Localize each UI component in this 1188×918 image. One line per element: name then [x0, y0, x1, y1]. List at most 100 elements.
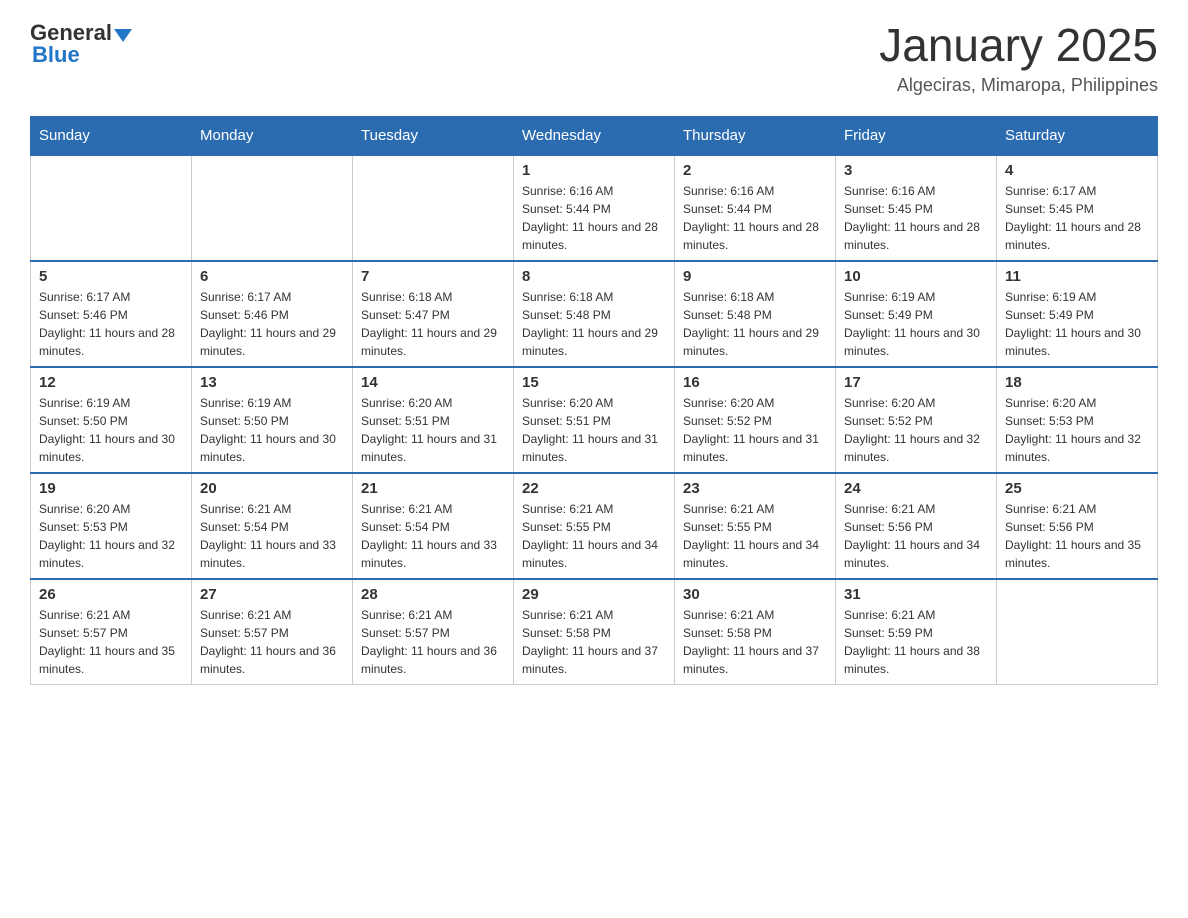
- column-header-friday: Friday: [836, 116, 997, 155]
- column-header-wednesday: Wednesday: [514, 116, 675, 155]
- day-info: Sunrise: 6:20 AMSunset: 5:51 PMDaylight:…: [361, 394, 505, 466]
- calendar-cell: 6 Sunrise: 6:17 AMSunset: 5:46 PMDaylight…: [192, 261, 353, 367]
- day-info: Sunrise: 6:20 AMSunset: 5:53 PMDaylight:…: [39, 500, 183, 572]
- day-number: 4: [1005, 162, 1149, 179]
- calendar-cell: 31 Sunrise: 6:21 AMSunset: 5:59 PMDayligh…: [836, 579, 997, 685]
- day-number: 6: [200, 268, 344, 285]
- calendar-cell: 17 Sunrise: 6:20 AMSunset: 5:52 PMDayligh…: [836, 367, 997, 473]
- day-info: Sunrise: 6:21 AMSunset: 5:59 PMDaylight:…: [844, 606, 988, 678]
- week-row-2: 5 Sunrise: 6:17 AMSunset: 5:46 PMDaylight…: [31, 261, 1158, 367]
- day-info: Sunrise: 6:19 AMSunset: 5:50 PMDaylight:…: [39, 394, 183, 466]
- calendar-cell: 19 Sunrise: 6:20 AMSunset: 5:53 PMDayligh…: [31, 473, 192, 579]
- logo: General Blue: [30, 20, 132, 68]
- calendar-cell: 18Sunrise: 6:20 AMSunset: 5:53 PMDayligh…: [997, 367, 1158, 473]
- calendar-cell: 15Sunrise: 6:20 AMSunset: 5:51 PMDayligh…: [514, 367, 675, 473]
- day-info: Sunrise: 6:21 AMSunset: 5:55 PMDaylight:…: [522, 500, 666, 572]
- calendar-cell: 3 Sunrise: 6:16 AMSunset: 5:45 PMDaylight…: [836, 155, 997, 261]
- calendar-cell: 25 Sunrise: 6:21 AMSunset: 5:56 PMDayligh…: [997, 473, 1158, 579]
- logo-arrow-icon: [114, 29, 132, 42]
- logo-blue: Blue: [32, 42, 80, 68]
- day-number: 27: [200, 586, 344, 603]
- calendar-cell: 12 Sunrise: 6:19 AMSunset: 5:50 PMDayligh…: [31, 367, 192, 473]
- calendar-cell: [31, 155, 192, 261]
- calendar-subtitle: Algeciras, Mimaropa, Philippines: [879, 75, 1158, 96]
- day-info: Sunrise: 6:19 AMSunset: 5:49 PMDaylight:…: [844, 288, 988, 360]
- day-number: 11: [1005, 268, 1149, 285]
- day-number: 10: [844, 268, 988, 285]
- day-number: 26: [39, 586, 183, 603]
- day-number: 30: [683, 586, 827, 603]
- day-number: 16: [683, 374, 827, 391]
- day-info: Sunrise: 6:21 AMSunset: 5:58 PMDaylight:…: [683, 606, 827, 678]
- calendar-cell: 28 Sunrise: 6:21 AMSunset: 5:57 PMDayligh…: [353, 579, 514, 685]
- day-number: 21: [361, 480, 505, 497]
- day-info: Sunrise: 6:20 AMSunset: 5:52 PMDaylight:…: [683, 394, 827, 466]
- calendar-cell: 5 Sunrise: 6:17 AMSunset: 5:46 PMDaylight…: [31, 261, 192, 367]
- day-info: Sunrise: 6:17 AMSunset: 5:46 PMDaylight:…: [39, 288, 183, 360]
- column-header-saturday: Saturday: [997, 116, 1158, 155]
- day-info: Sunrise: 6:21 AMSunset: 5:55 PMDaylight:…: [683, 500, 827, 572]
- day-info: Sunrise: 6:21 AMSunset: 5:56 PMDaylight:…: [844, 500, 988, 572]
- calendar-cell: 7Sunrise: 6:18 AMSunset: 5:47 PMDaylight…: [353, 261, 514, 367]
- day-number: 20: [200, 480, 344, 497]
- calendar-cell: 21 Sunrise: 6:21 AMSunset: 5:54 PMDayligh…: [353, 473, 514, 579]
- header-row: SundayMondayTuesdayWednesdayThursdayFrid…: [31, 116, 1158, 155]
- day-number: 17: [844, 374, 988, 391]
- day-number: 25: [1005, 480, 1149, 497]
- day-info: Sunrise: 6:20 AMSunset: 5:52 PMDaylight:…: [844, 394, 988, 466]
- calendar-cell: [353, 155, 514, 261]
- day-info: Sunrise: 6:21 AMSunset: 5:58 PMDaylight:…: [522, 606, 666, 678]
- calendar-cell: 27 Sunrise: 6:21 AMSunset: 5:57 PMDayligh…: [192, 579, 353, 685]
- calendar-cell: 9Sunrise: 6:18 AMSunset: 5:48 PMDaylight…: [675, 261, 836, 367]
- column-header-thursday: Thursday: [675, 116, 836, 155]
- column-header-sunday: Sunday: [31, 116, 192, 155]
- day-info: Sunrise: 6:19 AMSunset: 5:50 PMDaylight:…: [200, 394, 344, 466]
- day-number: 29: [522, 586, 666, 603]
- day-number: 3: [844, 162, 988, 179]
- calendar-cell: 26Sunrise: 6:21 AMSunset: 5:57 PMDayligh…: [31, 579, 192, 685]
- day-info: Sunrise: 6:17 AMSunset: 5:46 PMDaylight:…: [200, 288, 344, 360]
- calendar-cell: 4Sunrise: 6:17 AMSunset: 5:45 PMDaylight…: [997, 155, 1158, 261]
- week-row-1: 1 Sunrise: 6:16 AMSunset: 5:44 PMDaylight…: [31, 155, 1158, 261]
- calendar-cell: 1 Sunrise: 6:16 AMSunset: 5:44 PMDaylight…: [514, 155, 675, 261]
- day-info: Sunrise: 6:21 AMSunset: 5:57 PMDaylight:…: [200, 606, 344, 678]
- day-info: Sunrise: 6:21 AMSunset: 5:57 PMDaylight:…: [361, 606, 505, 678]
- day-number: 23: [683, 480, 827, 497]
- day-number: 22: [522, 480, 666, 497]
- calendar-table: SundayMondayTuesdayWednesdayThursdayFrid…: [30, 116, 1158, 685]
- calendar-cell: 22 Sunrise: 6:21 AMSunset: 5:55 PMDayligh…: [514, 473, 675, 579]
- day-number: 9: [683, 268, 827, 285]
- calendar-cell: 13Sunrise: 6:19 AMSunset: 5:50 PMDayligh…: [192, 367, 353, 473]
- calendar-title: January 2025: [879, 20, 1158, 71]
- day-number: 12: [39, 374, 183, 391]
- column-header-tuesday: Tuesday: [353, 116, 514, 155]
- day-number: 18: [1005, 374, 1149, 391]
- calendar-cell: 20 Sunrise: 6:21 AMSunset: 5:54 PMDayligh…: [192, 473, 353, 579]
- day-number: 7: [361, 268, 505, 285]
- week-row-4: 19 Sunrise: 6:20 AMSunset: 5:53 PMDayligh…: [31, 473, 1158, 579]
- day-info: Sunrise: 6:21 AMSunset: 5:56 PMDaylight:…: [1005, 500, 1149, 572]
- day-number: 28: [361, 586, 505, 603]
- calendar-cell: 8Sunrise: 6:18 AMSunset: 5:48 PMDaylight…: [514, 261, 675, 367]
- calendar-cell: 23 Sunrise: 6:21 AMSunset: 5:55 PMDayligh…: [675, 473, 836, 579]
- calendar-cell: 10 Sunrise: 6:19 AMSunset: 5:49 PMDayligh…: [836, 261, 997, 367]
- calendar-cell: 16 Sunrise: 6:20 AMSunset: 5:52 PMDayligh…: [675, 367, 836, 473]
- day-number: 1: [522, 162, 666, 179]
- day-info: Sunrise: 6:19 AMSunset: 5:49 PMDaylight:…: [1005, 288, 1149, 360]
- day-number: 31: [844, 586, 988, 603]
- calendar-cell: 29 Sunrise: 6:21 AMSunset: 5:58 PMDayligh…: [514, 579, 675, 685]
- title-area: January 2025 Algeciras, Mimaropa, Philip…: [879, 20, 1158, 96]
- day-number: 8: [522, 268, 666, 285]
- day-number: 15: [522, 374, 666, 391]
- week-row-3: 12 Sunrise: 6:19 AMSunset: 5:50 PMDayligh…: [31, 367, 1158, 473]
- day-number: 5: [39, 268, 183, 285]
- day-number: 14: [361, 374, 505, 391]
- calendar-cell: [192, 155, 353, 261]
- day-number: 19: [39, 480, 183, 497]
- day-info: Sunrise: 6:16 AMSunset: 5:45 PMDaylight:…: [844, 182, 988, 254]
- day-info: Sunrise: 6:21 AMSunset: 5:54 PMDaylight:…: [200, 500, 344, 572]
- day-info: Sunrise: 6:21 AMSunset: 5:54 PMDaylight:…: [361, 500, 505, 572]
- column-header-monday: Monday: [192, 116, 353, 155]
- day-number: 2: [683, 162, 827, 179]
- day-info: Sunrise: 6:16 AMSunset: 5:44 PMDaylight:…: [522, 182, 666, 254]
